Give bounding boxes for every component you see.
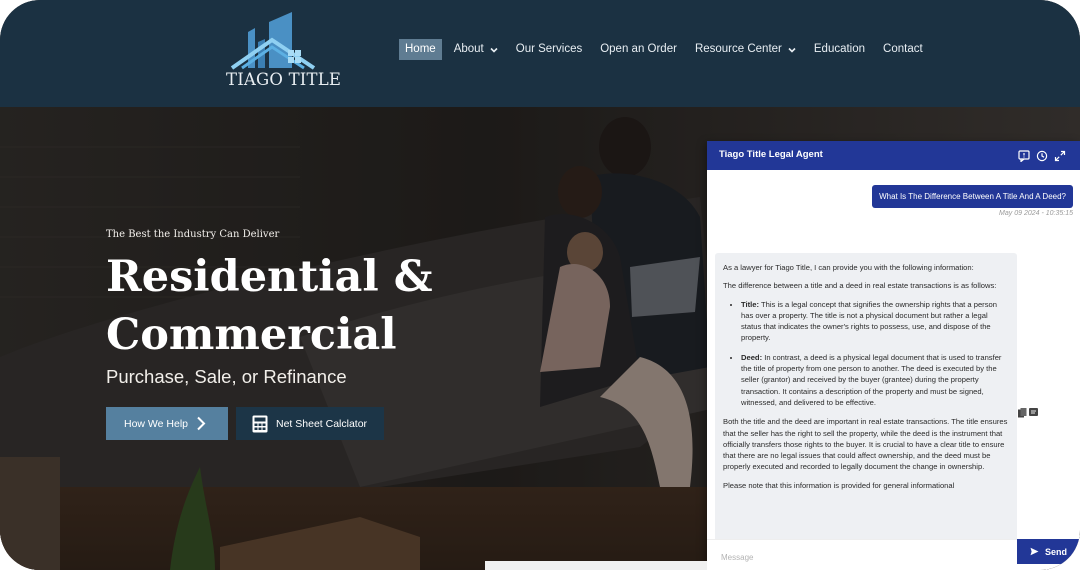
site-header: TIAGO TITLE Home About Our Services Open… xyxy=(0,0,1080,107)
net-sheet-calculator-button[interactable]: Net Sheet Calclator xyxy=(236,407,384,440)
nav-about[interactable]: About xyxy=(448,39,504,60)
list-item-term: Deed: xyxy=(741,352,763,362)
nav-contact[interactable]: Contact xyxy=(877,39,929,60)
history-icon[interactable] xyxy=(1036,149,1048,162)
send-icon xyxy=(1030,547,1039,556)
agent-paragraph: Both the title and the deed are importan… xyxy=(723,417,1008,472)
chevron-down-icon xyxy=(490,47,498,53)
nav-label: Our Services xyxy=(515,43,583,55)
how-we-help-label: How We Help xyxy=(124,417,188,430)
send-label: Send xyxy=(1044,546,1067,557)
user-message: What Is The Difference Between A Title A… xyxy=(872,185,1073,208)
chat-icon[interactable] xyxy=(1018,149,1030,163)
nav-resource-center[interactable]: Resource Center xyxy=(689,39,802,60)
bottom-bar xyxy=(485,561,707,570)
agent-message: As a lawyer for Tiago Title, I can provi… xyxy=(715,253,1017,549)
feedback-icon[interactable] xyxy=(1029,405,1038,416)
site-logo[interactable]: TIAGO TITLE xyxy=(222,10,342,94)
agent-intro: As a lawyer for Tiago Title, I can provi… xyxy=(723,263,974,272)
chat-widget: Tiago Title Legal Agent What Is The Diff… xyxy=(707,141,1080,570)
how-we-help-button[interactable]: How We Help xyxy=(106,407,228,440)
nav-home[interactable]: Home xyxy=(399,39,442,60)
nav-open-an-order[interactable]: Open an Order xyxy=(594,39,683,60)
list-item-text: In contrast, a deed is a physical legal … xyxy=(741,352,1002,407)
message-input[interactable]: Message xyxy=(707,539,1017,570)
expand-icon[interactable] xyxy=(1054,149,1066,162)
message-placeholder: Message xyxy=(721,553,754,562)
nav-label: Contact xyxy=(883,43,923,55)
nav-label: Resource Center xyxy=(694,43,782,55)
hero-headline: Residential & Commercial xyxy=(106,252,433,360)
chevron-right-icon xyxy=(197,416,206,431)
nav-label: Education xyxy=(813,43,866,55)
agent-list: Title: This is a legal concept that sign… xyxy=(741,299,1009,409)
chevron-down-icon xyxy=(788,47,796,53)
copy-icon[interactable] xyxy=(1018,405,1027,418)
agent-paragraph: Please note that this information is pro… xyxy=(723,480,955,490)
list-item: Title: This is a legal concept that sign… xyxy=(741,299,1009,344)
calculator-icon xyxy=(252,415,268,433)
browser-frame: TIAGO TITLE Home About Our Services Open… xyxy=(0,0,1080,570)
nav-education[interactable]: Education xyxy=(808,39,871,60)
chat-header: Tiago Title Legal Agent xyxy=(707,141,1080,170)
logo-text: TIAGO TITLE xyxy=(226,70,342,89)
nav-label: Open an Order xyxy=(600,43,677,55)
hero-subhead: Purchase, Sale, or Refinance xyxy=(106,366,347,387)
nav-label: Home xyxy=(405,43,436,55)
user-message-time: May 09 2024 - 10:35:15 xyxy=(999,210,1073,217)
message-actions xyxy=(1018,405,1038,418)
net-sheet-label: Net Sheet Calclator xyxy=(276,417,368,430)
nav-our-services[interactable]: Our Services xyxy=(510,39,588,60)
nav-label: About xyxy=(453,43,484,55)
agent-paragraph: The difference between a title and a dee… xyxy=(723,281,997,291)
hero-tagline: The Best the Industry Can Deliver xyxy=(106,229,280,240)
list-item-text: This is a legal concept that signifies t… xyxy=(741,299,997,343)
chat-header-actions xyxy=(1018,149,1066,163)
main-nav: Home About Our Services Open an Order Re… xyxy=(399,39,935,60)
list-item-term: Title: xyxy=(741,299,760,309)
send-button[interactable]: Send xyxy=(1017,539,1080,564)
chat-title: Tiago Title Legal Agent xyxy=(719,149,823,160)
list-item: Deed: In contrast, a deed is a physical … xyxy=(741,352,1009,408)
